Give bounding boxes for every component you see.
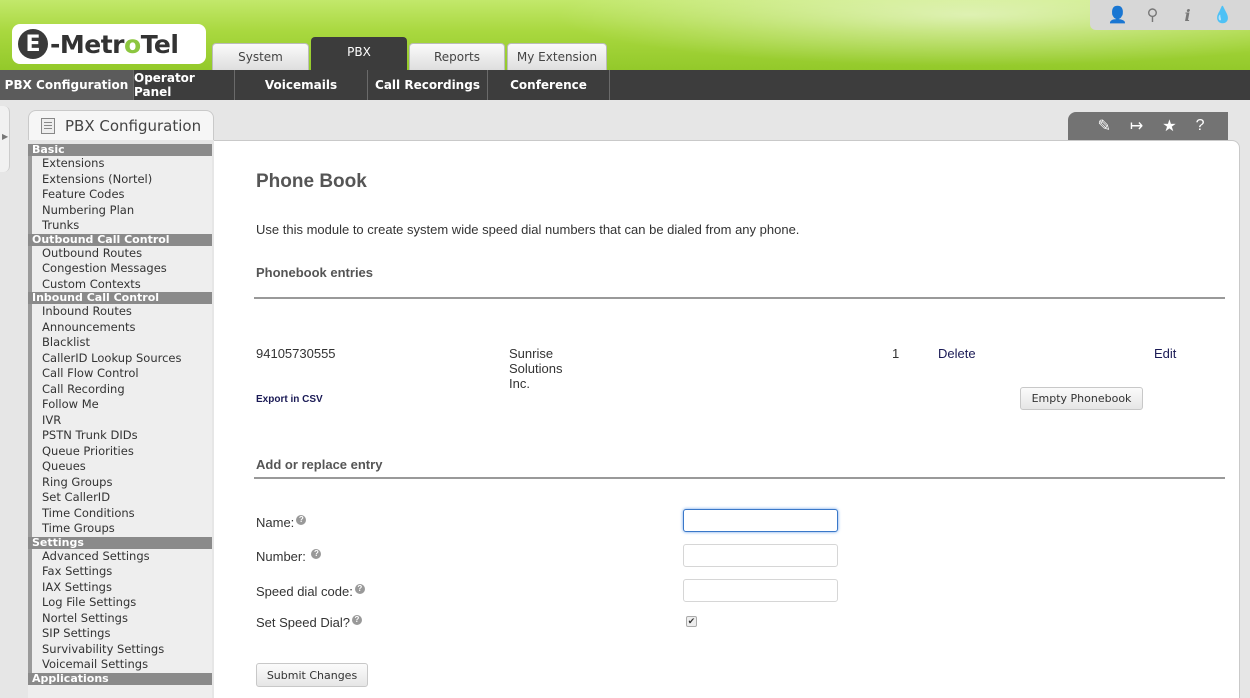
tab-system[interactable]: System bbox=[212, 43, 309, 70]
sidebar-item[interactable]: Outbound Routes bbox=[28, 245, 212, 261]
sidebar-item[interactable]: SIP Settings bbox=[28, 626, 212, 642]
logo: E -MetroTel bbox=[12, 24, 206, 64]
tab-pbx[interactable]: PBX bbox=[311, 37, 407, 70]
sidebar-item[interactable]: Fax Settings bbox=[28, 564, 212, 580]
module-tab: PBX Configuration bbox=[28, 110, 214, 140]
edit-icon[interactable]: ✎ bbox=[1097, 116, 1110, 136]
sidebar-item[interactable]: Feature Codes bbox=[28, 187, 212, 203]
help-icon[interactable]: ? bbox=[311, 549, 322, 559]
sidebar-item[interactable]: IVR bbox=[28, 412, 212, 428]
sidebar-item[interactable]: Blacklist bbox=[28, 335, 212, 351]
entry-speed-dial: 1 bbox=[892, 346, 900, 361]
sidebar-item[interactable]: Inbound Routes bbox=[28, 304, 212, 320]
menu-bar: PBX Configuration Operator Panel Voicema… bbox=[0, 70, 1250, 100]
header-bar: E -MetroTel 👤 ⚲ i 💧 System PBX Reports M… bbox=[0, 0, 1250, 70]
sidebar-section-heading[interactable]: Basic bbox=[28, 144, 212, 156]
sidebar-item[interactable]: Queues bbox=[28, 459, 212, 475]
sidebar-item[interactable]: Time Groups bbox=[28, 521, 212, 537]
entries-heading: Phonebook entries bbox=[256, 265, 374, 280]
form-divider bbox=[254, 477, 1225, 479]
sidebar-item[interactable]: Congestion Messages bbox=[28, 261, 212, 277]
document-icon bbox=[41, 117, 55, 134]
menu-conference[interactable]: Conference bbox=[488, 70, 610, 100]
sidebar-item[interactable]: Trunks bbox=[28, 218, 212, 234]
name-input[interactable] bbox=[683, 509, 838, 532]
entry-name: Sunrise Solutions Inc. bbox=[509, 346, 563, 391]
menu-pbx-configuration[interactable]: PBX Configuration bbox=[0, 70, 134, 100]
menu-operator-panel[interactable]: Operator Panel bbox=[134, 70, 235, 100]
delete-link[interactable]: Delete bbox=[938, 346, 976, 361]
menu-voicemails[interactable]: Voicemails bbox=[235, 70, 368, 100]
user-icon[interactable]: 👤 bbox=[1106, 5, 1130, 25]
speed-dial-label: Speed dial code:? bbox=[256, 584, 365, 599]
sidebar-item[interactable]: IAX Settings bbox=[28, 579, 212, 595]
entry-number: 94105730555 bbox=[256, 346, 336, 361]
info-icon[interactable]: i bbox=[1176, 6, 1200, 25]
sidebar-item[interactable]: Advanced Settings bbox=[28, 548, 212, 564]
sidebar-item[interactable]: CallerID Lookup Sources bbox=[28, 350, 212, 366]
submit-changes-button[interactable]: Submit Changes bbox=[256, 663, 368, 687]
sidebar-item[interactable]: Ring Groups bbox=[28, 474, 212, 490]
page-title: Phone Book bbox=[256, 171, 367, 192]
star-icon[interactable]: ★ bbox=[1162, 116, 1176, 136]
sidebar-item[interactable]: Nortel Settings bbox=[28, 610, 212, 626]
sidebar-toggle[interactable]: ▶ bbox=[0, 106, 10, 172]
sidebar-section-heading[interactable]: Settings bbox=[28, 536, 212, 549]
export-csv-link[interactable]: Export in CSV bbox=[256, 394, 323, 405]
sidebar-item[interactable]: Time Conditions bbox=[28, 505, 212, 521]
sidebar-item[interactable]: Queue Priorities bbox=[28, 443, 212, 459]
sidebar-item[interactable]: Log File Settings bbox=[28, 595, 212, 611]
form-heading: Add or replace entry bbox=[256, 457, 383, 472]
number-label: Number: ? bbox=[256, 549, 322, 564]
set-speed-dial-checkbox[interactable]: ✔ bbox=[686, 616, 697, 627]
name-label: Name:? bbox=[256, 515, 307, 530]
main-tabs: System PBX Reports My Extension bbox=[212, 37, 609, 70]
edit-link[interactable]: Edit bbox=[1154, 346, 1176, 361]
sidebar-section-heading[interactable]: Applications bbox=[28, 672, 212, 685]
export-arrow-icon[interactable]: ↦ bbox=[1130, 116, 1143, 136]
sidebar-item[interactable]: Call Flow Control bbox=[28, 366, 212, 382]
sidebar-item[interactable]: Survivability Settings bbox=[28, 641, 212, 657]
drop-icon[interactable]: 💧 bbox=[1211, 5, 1235, 25]
sidebar-item[interactable]: Call Recording bbox=[28, 381, 212, 397]
help-icon[interactable]: ? bbox=[351, 615, 362, 625]
menu-call-recordings[interactable]: Call Recordings bbox=[368, 70, 488, 100]
empty-phonebook-button[interactable]: Empty Phonebook bbox=[1020, 387, 1143, 410]
sidebar-item[interactable]: Custom Contexts bbox=[28, 276, 212, 292]
sidebar-item[interactable]: Numbering Plan bbox=[28, 202, 212, 218]
logo-e-icon: E bbox=[18, 29, 48, 59]
module-toolbar: ✎ ↦ ★ ? bbox=[1068, 112, 1228, 140]
sidebar-item[interactable]: Voicemail Settings bbox=[28, 657, 212, 673]
search-icon[interactable]: ⚲ bbox=[1141, 5, 1165, 25]
help-icon[interactable]: ? bbox=[1196, 117, 1205, 135]
sidebar-item[interactable]: PSTN Trunk DIDs bbox=[28, 428, 212, 444]
tab-my-extension[interactable]: My Extension bbox=[507, 43, 607, 70]
sidebar-item[interactable]: Set CallerID bbox=[28, 490, 212, 506]
sidebar: Basic Extensions Extensions (Nortel) Featur… bbox=[28, 144, 212, 698]
help-icon[interactable]: ? bbox=[296, 515, 307, 525]
sidebar-item[interactable]: Extensions bbox=[28, 156, 212, 172]
speed-dial-input[interactable] bbox=[683, 579, 838, 602]
expand-arrow-icon: ▶ bbox=[2, 132, 9, 141]
page-description: Use this module to create system wide sp… bbox=[256, 222, 800, 237]
sidebar-item[interactable]: Extensions (Nortel) bbox=[28, 171, 212, 187]
entries-divider bbox=[254, 297, 1225, 299]
number-input[interactable] bbox=[683, 544, 838, 567]
logo-text: -MetroTel bbox=[50, 29, 179, 59]
sidebar-item[interactable]: Follow Me bbox=[28, 397, 212, 413]
sidebar-section-heading[interactable]: Outbound Call Control bbox=[28, 233, 212, 246]
tab-reports[interactable]: Reports bbox=[409, 43, 505, 70]
sidebar-section-heading[interactable]: Inbound Call Control bbox=[28, 292, 212, 304]
sidebar-item[interactable]: Announcements bbox=[28, 319, 212, 335]
set-speed-dial-label: Set Speed Dial?? bbox=[256, 615, 362, 630]
module-tab-label: PBX Configuration bbox=[65, 116, 202, 135]
help-icon[interactable]: ? bbox=[354, 584, 365, 594]
top-icon-bar: 👤 ⚲ i 💧 bbox=[1090, 0, 1250, 30]
